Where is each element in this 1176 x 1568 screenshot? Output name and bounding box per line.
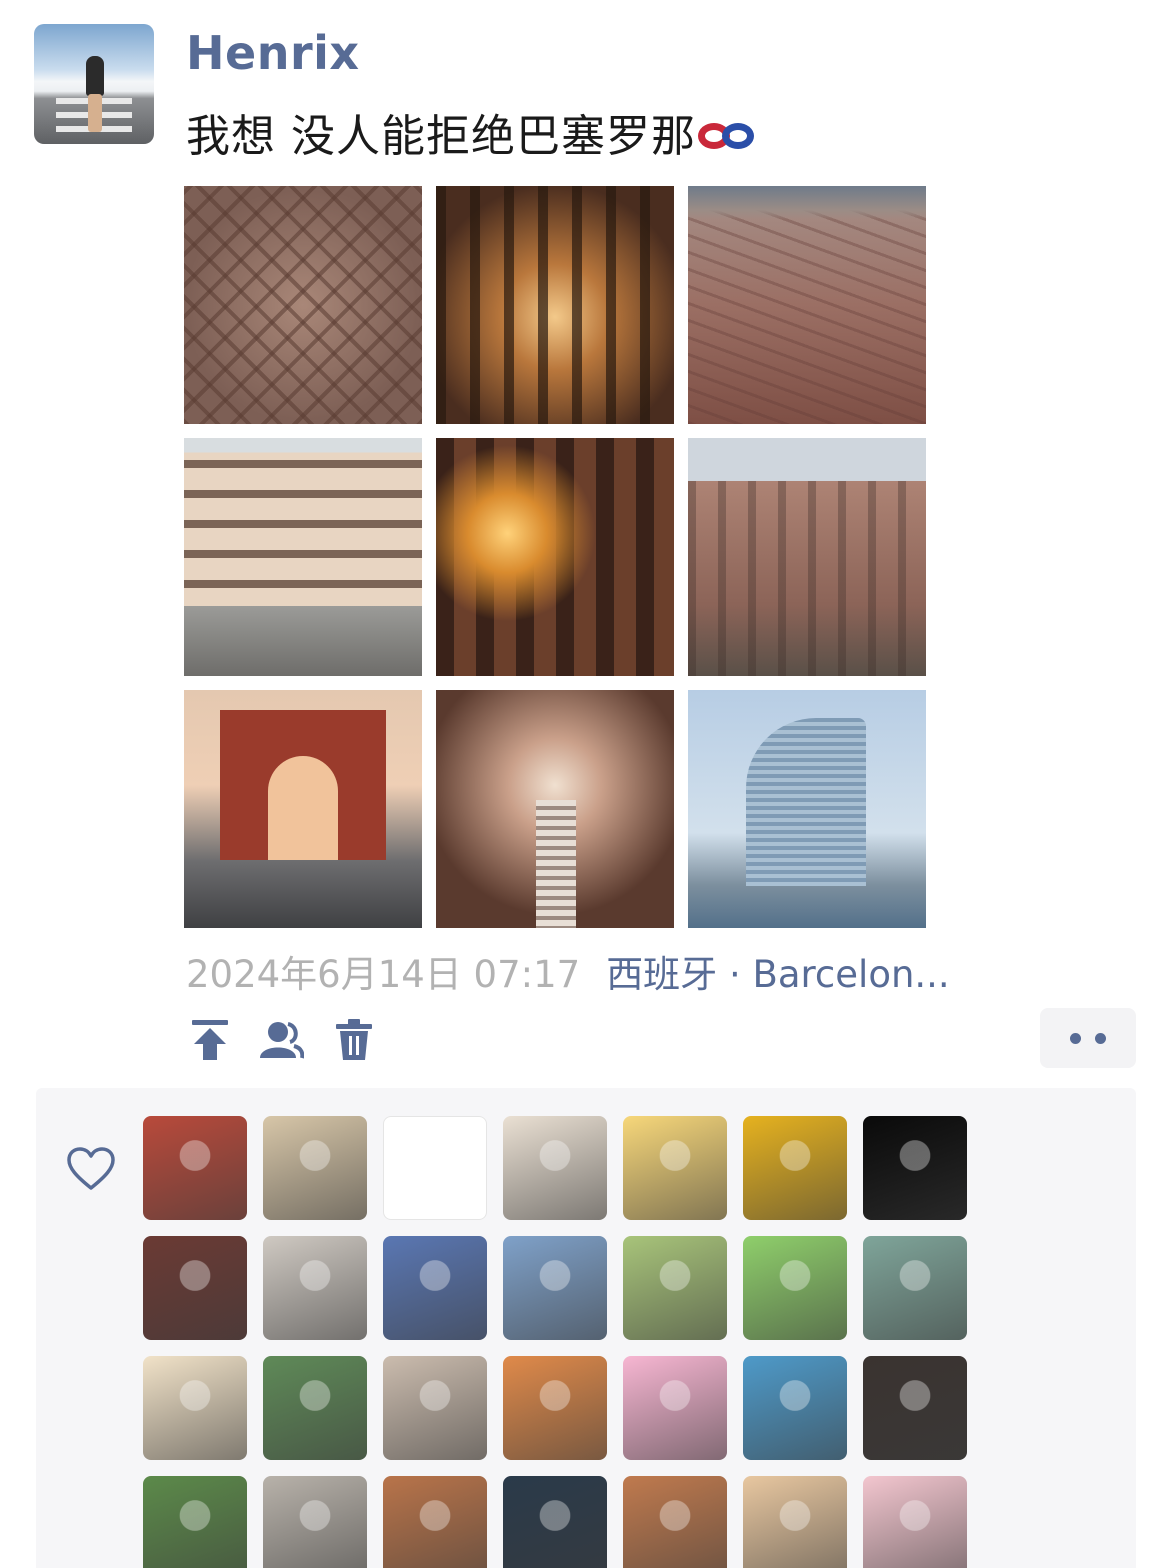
cathedral-ceiling-photo[interactable] bbox=[436, 186, 674, 424]
liker-avatar[interactable] bbox=[503, 1476, 607, 1568]
liker-avatar[interactable] bbox=[263, 1236, 367, 1340]
vaulted-nave-photo[interactable] bbox=[436, 690, 674, 928]
stained-glass-interior-photo[interactable] bbox=[436, 438, 674, 676]
liker-avatar[interactable] bbox=[263, 1476, 367, 1568]
likes-panel bbox=[36, 1088, 1136, 1568]
avatar-figure bbox=[86, 56, 104, 96]
photo-grid bbox=[184, 186, 926, 928]
avatar-figure-legs bbox=[88, 94, 102, 132]
liker-avatar[interactable] bbox=[743, 1116, 847, 1220]
author-avatar[interactable] bbox=[34, 24, 154, 144]
liker-avatar[interactable] bbox=[263, 1356, 367, 1460]
more-dots-icon[interactable] bbox=[1040, 1008, 1136, 1068]
pin-top-icon[interactable] bbox=[190, 1018, 230, 1062]
liker-avatar[interactable] bbox=[143, 1476, 247, 1568]
liker-avatar[interactable] bbox=[383, 1476, 487, 1568]
dot bbox=[1070, 1033, 1081, 1044]
post-timestamp: 2024年6月14日 07:17 bbox=[186, 953, 581, 996]
knot-emoji bbox=[696, 119, 758, 155]
liker-avatar[interactable] bbox=[383, 1236, 487, 1340]
aerial-city-photo[interactable] bbox=[184, 186, 422, 424]
wavy-building-photo[interactable] bbox=[184, 438, 422, 676]
post-location[interactable]: 西班牙 · Barcelon... bbox=[606, 953, 950, 996]
sail-hotel-photo[interactable] bbox=[688, 690, 926, 928]
moments-post: Henrix 我想 没人能拒绝巴塞罗那 2024年6月14日 07:17 西班牙 … bbox=[0, 0, 1176, 1568]
liker-avatar[interactable] bbox=[863, 1356, 967, 1460]
liker-avatar[interactable] bbox=[863, 1236, 967, 1340]
dot bbox=[1095, 1033, 1106, 1044]
ornate-facade-photo[interactable] bbox=[688, 438, 926, 676]
liker-avatar[interactable] bbox=[503, 1236, 607, 1340]
triumphal-arch-photo[interactable] bbox=[184, 690, 422, 928]
liker-avatar[interactable] bbox=[263, 1116, 367, 1220]
liker-avatar[interactable] bbox=[863, 1116, 967, 1220]
liker-avatar[interactable] bbox=[143, 1236, 247, 1340]
liker-avatar[interactable] bbox=[743, 1236, 847, 1340]
liker-avatar[interactable] bbox=[503, 1356, 607, 1460]
caption-text: 我想 没人能拒绝巴塞罗那 bbox=[186, 111, 696, 162]
post-caption: 我想 没人能拒绝巴塞罗那 bbox=[186, 100, 758, 164]
visibility-people-icon[interactable] bbox=[258, 1018, 304, 1062]
liker-avatar[interactable] bbox=[143, 1116, 247, 1220]
liker-avatar[interactable] bbox=[743, 1476, 847, 1568]
city-skyline-photo[interactable] bbox=[688, 186, 926, 424]
heart-outline-icon bbox=[67, 1147, 115, 1190]
post-meta: 2024年6月14日 07:17 西班牙 · Barcelon... bbox=[186, 944, 950, 998]
liker-avatar[interactable] bbox=[623, 1476, 727, 1568]
liker-avatar[interactable] bbox=[383, 1356, 487, 1460]
liker-avatar[interactable] bbox=[623, 1116, 727, 1220]
tower-shape bbox=[746, 718, 866, 886]
liker-avatar[interactable] bbox=[143, 1356, 247, 1460]
liker-avatar[interactable] bbox=[503, 1116, 607, 1220]
trash-icon[interactable] bbox=[334, 1018, 374, 1062]
liker-avatar[interactable] bbox=[383, 1116, 487, 1220]
arch-shape bbox=[220, 710, 386, 860]
liker-avatar[interactable] bbox=[863, 1476, 967, 1568]
liker-avatar[interactable] bbox=[743, 1356, 847, 1460]
liker-avatar[interactable] bbox=[623, 1356, 727, 1460]
liker-avatar[interactable] bbox=[623, 1236, 727, 1340]
author-name[interactable]: Henrix bbox=[186, 26, 360, 80]
